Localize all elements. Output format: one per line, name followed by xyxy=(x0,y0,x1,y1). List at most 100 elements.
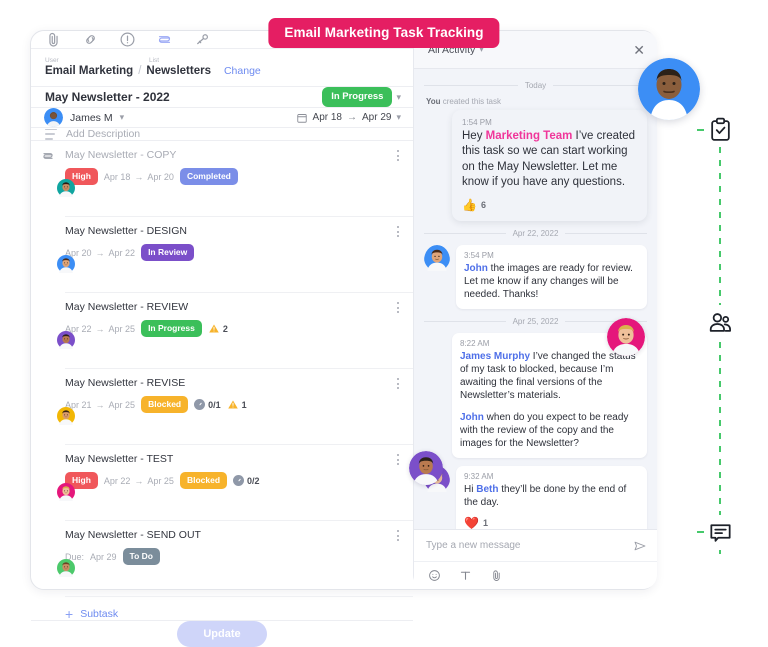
mention[interactable]: Beth xyxy=(476,484,498,495)
clock-icon xyxy=(233,475,245,486)
date-arrow-icon: → xyxy=(95,323,105,334)
subtask-row[interactable]: May Newsletter - TEST High Apr 22 → Apr 25 B… xyxy=(57,445,413,521)
task-assignee[interactable]: James M ▾ xyxy=(44,108,124,127)
page-title: Email Marketing Task Tracking xyxy=(268,18,500,48)
subtask-checklist-counter: 0/2 xyxy=(233,475,260,486)
date-arrow-icon: → xyxy=(134,171,144,182)
subtask-assignee-avatar[interactable] xyxy=(57,559,75,581)
send-icon[interactable] xyxy=(633,539,647,553)
message-bubble: 9:32 AM Hi Beth they’ll be done by the e… xyxy=(456,465,647,529)
subtask-more-icon[interactable] xyxy=(393,300,403,315)
subtask-row[interactable]: May Newsletter - SEND OUT Due: Apr 29 To D… xyxy=(57,521,413,597)
subtask-date-start: Apr 18 xyxy=(103,171,131,182)
message-author-avatar-beth xyxy=(607,318,645,356)
chevron-down-icon[interactable]: ▾ xyxy=(396,92,401,103)
attachment-icon[interactable] xyxy=(490,569,503,582)
task-description-row[interactable]: Add Description xyxy=(31,128,413,141)
breadcrumb-user-value[interactable]: Email Marketing xyxy=(45,65,133,77)
subtask-assignee-avatar[interactable] xyxy=(57,255,75,277)
subtask-assignee-avatar[interactable] xyxy=(57,331,75,353)
breadcrumb-list-label: List xyxy=(149,57,160,64)
breadcrumb-separator: / xyxy=(138,65,142,77)
app-window: User List Email Marketing / Newsletters … xyxy=(30,30,657,647)
task-footer: Update xyxy=(31,620,413,647)
subtask-status-badge[interactable]: Completed xyxy=(179,168,238,185)
plus-icon: + xyxy=(65,606,74,622)
subtask-more-icon[interactable] xyxy=(393,224,403,239)
subtask-row[interactable]: May Newsletter - REVIEW Apr 22 → Apr 25 In … xyxy=(57,293,413,369)
exclamation-circle-icon[interactable] xyxy=(119,31,136,48)
breadcrumb-list-value[interactable]: Newsletters xyxy=(146,65,211,77)
description-lines-icon xyxy=(45,128,57,140)
task-date-range[interactable]: Apr 18 → Apr 29 ▾ xyxy=(296,112,401,124)
subtask-more-icon[interactable] xyxy=(393,376,403,391)
subtask-meta: High Apr 22 → Apr 25 Blocked 0/2 xyxy=(65,472,401,489)
rail-dashed-line xyxy=(719,134,721,554)
message-reaction[interactable]: ❤️ 1 xyxy=(464,516,639,529)
task-status-badge[interactable]: In Progress xyxy=(322,87,393,107)
activity-chat-panel: All Activity ▾ ✕ Today You created this t… xyxy=(413,31,657,589)
subtask-warning-counter: 1 xyxy=(227,399,247,410)
subtask-more-icon[interactable] xyxy=(393,452,403,467)
chevron-down-icon[interactable]: ▾ xyxy=(396,112,401,123)
subtask-meta: Apr 21 → Apr 25 Blocked 0/1 1 xyxy=(65,396,401,413)
chat-message-list[interactable]: Today You created this task 1:54 PM Hey M… xyxy=(414,69,657,529)
subtask-date-start: Apr 22 xyxy=(103,475,131,486)
subtask-row[interactable]: May Newsletter - COPY High Apr 18 → Apr 20 C… xyxy=(57,141,413,217)
message-bubble: 3:54 PM John the images are ready for re… xyxy=(456,244,647,309)
subtask-section: May Newsletter - COPY High Apr 18 → Apr 20 C… xyxy=(31,141,413,622)
message-text: Hi Beth they’ll be done by the end of th… xyxy=(464,483,627,508)
mention[interactable]: John xyxy=(460,412,484,423)
date-arrow-icon: → xyxy=(95,399,105,410)
subtask-date-end: Apr 25 xyxy=(108,323,136,334)
subtask-warning-counter: 2 xyxy=(208,323,228,334)
subtask-name: May Newsletter - DESIGN xyxy=(65,225,187,237)
layers-icon[interactable] xyxy=(156,31,173,48)
message-avatar xyxy=(424,244,450,276)
subtask-gutter xyxy=(31,141,65,620)
message-time: 9:32 AM xyxy=(464,471,494,481)
subtask-assignee-avatar[interactable] xyxy=(57,179,75,201)
task-status-control[interactable]: In Progress ▾ xyxy=(322,87,401,107)
message-author-avatar xyxy=(638,58,700,120)
key-icon[interactable] xyxy=(193,31,210,48)
subtask-meta: High Apr 18 → Apr 20 Completed xyxy=(65,168,401,185)
subtask-date-start: Apr 29 xyxy=(90,551,117,562)
subtask-status-badge[interactable]: In Progress xyxy=(141,320,202,337)
update-button[interactable]: Update xyxy=(177,621,267,647)
subtask-status-badge[interactable]: To Do xyxy=(122,548,160,565)
message-bubble: 1:54 PM Hey Marketing Team I’ve created … xyxy=(452,110,647,221)
text-format-icon[interactable] xyxy=(459,569,472,582)
paperclip-icon[interactable] xyxy=(45,31,62,48)
subtask-assignee-avatar[interactable] xyxy=(57,483,75,505)
mention[interactable]: James Murphy xyxy=(460,351,530,362)
close-icon[interactable]: ✕ xyxy=(633,43,645,57)
task-header: May Newsletter - 2022 In Progress ▾ xyxy=(31,87,413,108)
reaction-emoji: 👍 xyxy=(462,197,477,212)
chat-day-separator: Apr 22, 2022 xyxy=(424,229,647,238)
subtask-more-icon[interactable] xyxy=(393,528,403,543)
chat-input[interactable] xyxy=(426,540,627,551)
date-arrow-icon: → xyxy=(95,247,105,258)
subtask-date-end: Apr 22 xyxy=(108,247,136,258)
subtask-date-end: Apr 20 xyxy=(147,171,174,182)
subtask-checklist-counter: 0/1 xyxy=(194,399,221,410)
chat-day-label: Today xyxy=(524,81,547,90)
message-text-secondary: John when do you expect to be ready with… xyxy=(460,411,629,450)
subtask-assignee-avatar[interactable] xyxy=(57,407,75,429)
breadcrumb-change-link[interactable]: Change xyxy=(224,65,261,77)
mention[interactable]: John xyxy=(464,263,488,274)
link-icon[interactable] xyxy=(82,31,99,48)
subtask-more-icon[interactable] xyxy=(393,148,403,163)
subtask-status-badge[interactable]: Blocked xyxy=(141,396,189,413)
subtask-status-badge[interactable]: In Review xyxy=(141,244,195,261)
subtask-row[interactable]: May Newsletter - REVISE Apr 21 → Apr 25 Blo… xyxy=(57,369,413,445)
subtask-row[interactable]: May Newsletter - DESIGN Apr 20 → Apr 22 In … xyxy=(57,217,413,293)
emoji-icon[interactable] xyxy=(428,569,441,582)
chevron-down-icon[interactable]: ▾ xyxy=(120,112,125,123)
subtask-status-badge[interactable]: Blocked xyxy=(179,472,228,489)
mention[interactable]: Marketing Team xyxy=(486,130,573,142)
message-reaction[interactable]: 👍 6 xyxy=(462,198,637,212)
layers-icon xyxy=(41,149,55,163)
subtask-meta: Apr 20 → Apr 22 In Review xyxy=(65,244,401,261)
